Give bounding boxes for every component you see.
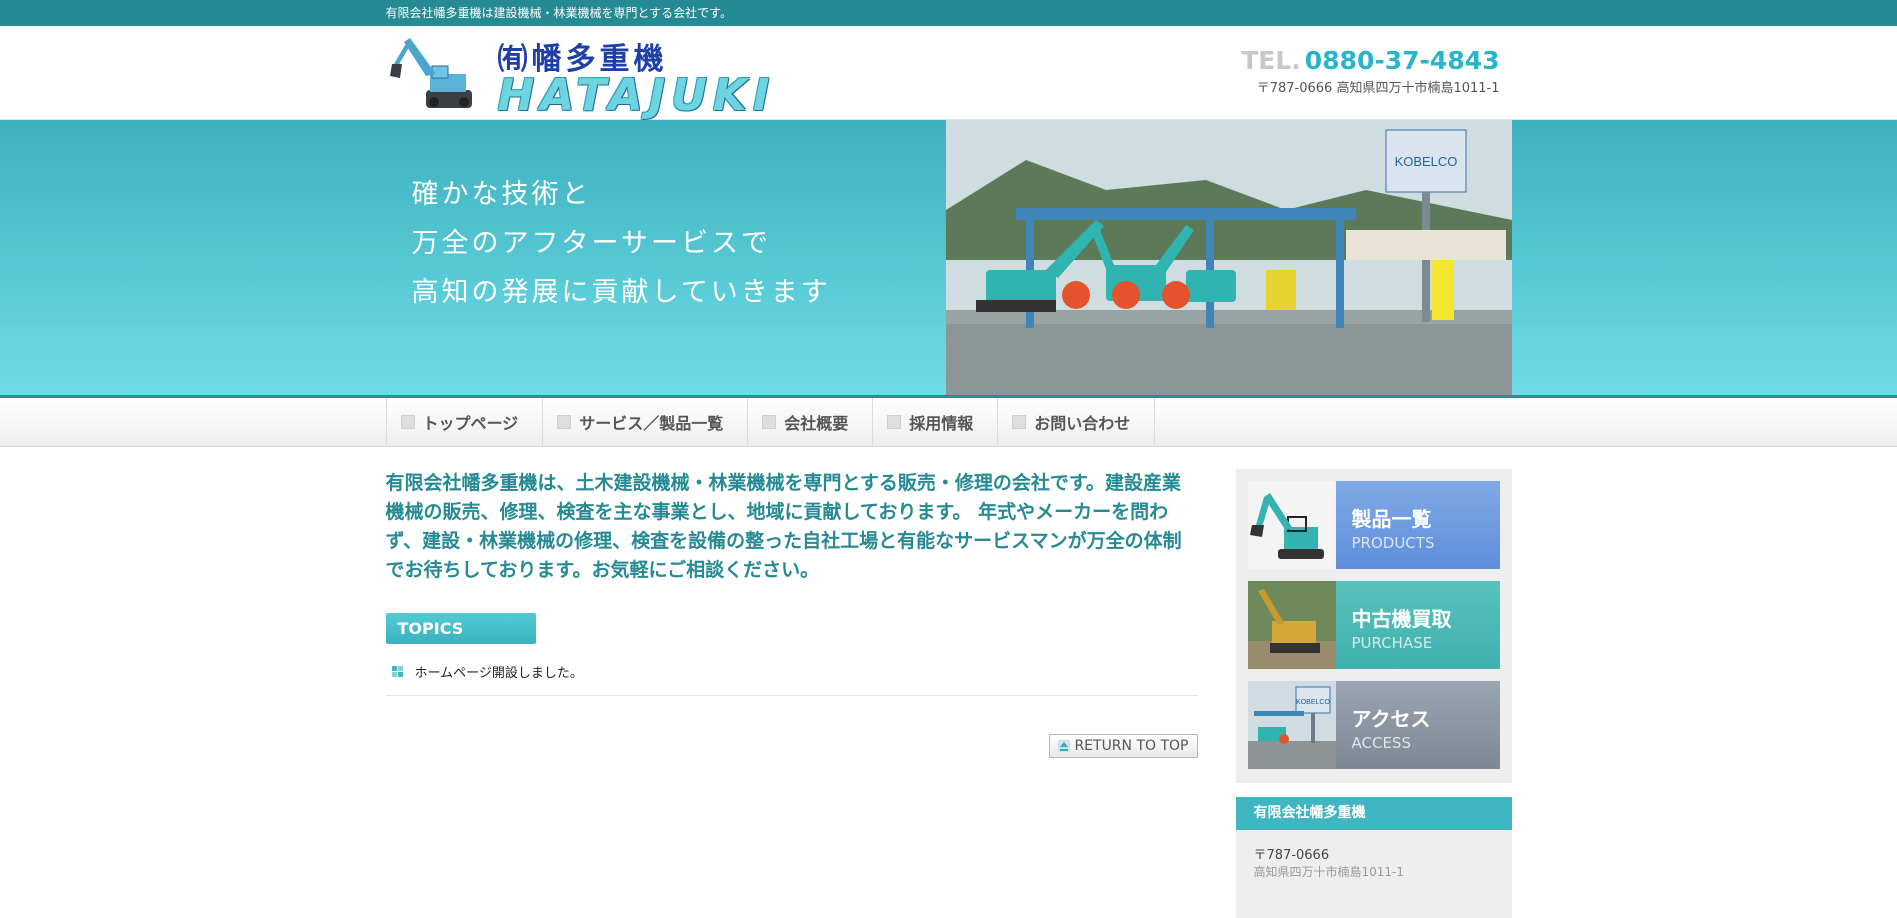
return-to-top-label: RETURN TO TOP <box>1074 738 1189 754</box>
nav-item-label: 会社概要 <box>784 414 849 433</box>
nav-item-label: 採用情報 <box>909 414 974 433</box>
products-banner-text: 製品一覧 PRODUCTS <box>1335 481 1500 569</box>
hero-tagline: 確かな技術と 万全のアフターサービスで 高知の発展に貢献していきます <box>412 170 831 317</box>
topics-heading: TOPICS <box>385 613 536 644</box>
header-address: 〒787-0666 高知県四万十市楠島1011-1 <box>1256 81 1500 96</box>
hero-line-2: 万全のアフターサービスで <box>411 228 771 259</box>
nav-bullet-icon <box>400 415 415 429</box>
main-column: 有限会社幡多重機は、土木建設機械・林業機械を専門とする販売・修理の会社です。建設… <box>385 469 1198 758</box>
kobelco-sign: KOBELCO <box>1394 154 1457 169</box>
top-bar: 有限会社幡多重機は建設機械・林業機械を専門とする会社です。 <box>0 0 1897 26</box>
excavator-logo-icon <box>389 38 472 108</box>
sidebar-banners: 製品一覧 PRODUCTS 中古機買取 PURCHASE KOBELCO アクセ… <box>1235 469 1512 783</box>
hero-banner: 確かな技術と 万全のアフターサービスで 高知の発展に貢献していきます KOBEL… <box>0 120 1897 398</box>
machinery-yard-image: KOBELCO <box>945 120 1512 395</box>
company-info-heading: 有限会社幡多重機 <box>1235 797 1512 830</box>
hero-line-3: 高知の発展に貢献していきます <box>411 277 831 308</box>
nav-item-contact[interactable]: お問い合わせ <box>997 398 1156 446</box>
sidebar: 製品一覧 PRODUCTS 中古機買取 PURCHASE KOBELCO アクセ… <box>1235 469 1512 918</box>
logo[interactable]: ㈲幡多重機 HATAJUKI <box>386 28 786 121</box>
access-banner-text: アクセス ACCESS <box>1335 681 1500 769</box>
office-yard-image: KOBELCO <box>1247 681 1336 769</box>
top-bar-text: 有限会社幡多重機は建設機械・林業機械を専門とする会社です。 <box>385 6 732 20</box>
nav-item-services[interactable]: サービス／製品一覧 <box>542 398 747 446</box>
topics-list: ホームページ開設しました。 <box>385 658 1198 696</box>
main-nav: トップページ サービス／製品一覧 会社概要 採用情報 お問い合わせ <box>0 398 1897 447</box>
products-thumb <box>1247 481 1336 569</box>
hero-line-1: 確かな技術と <box>411 179 592 210</box>
mini-excavator-image <box>1247 481 1336 569</box>
purchase-en: PURCHASE <box>1351 634 1433 652</box>
logo-english-name: HATAJUKI <box>497 70 776 121</box>
phone-number: TEL. 0880-37-4843 <box>1241 46 1499 75</box>
purchase-banner-text: 中古機買取 PURCHASE <box>1335 581 1500 669</box>
access-banner[interactable]: KOBELCO アクセス ACCESS <box>1247 681 1500 769</box>
purchase-jp: 中古機買取 <box>1351 607 1452 631</box>
grid-bullet-icon <box>391 666 403 677</box>
nav-item-top[interactable]: トップページ <box>385 398 543 446</box>
list-item: ホームページ開設しました。 <box>385 658 1198 696</box>
site-header: ㈲幡多重機 HATAJUKI TEL. 0880-37-4843 〒787-066… <box>0 26 1897 121</box>
used-machine-image <box>1247 581 1336 669</box>
company-info-body: 〒787-0666 高知県四万十市楠島1011-1 <box>1235 830 1512 918</box>
access-jp: アクセス <box>1351 707 1431 731</box>
access-sign: KOBELCO <box>1296 699 1330 706</box>
nav-item-company[interactable]: 会社概要 <box>747 398 872 446</box>
nav-bullet-icon <box>887 415 902 429</box>
arrow-up-icon <box>1058 740 1071 752</box>
company-address: 高知県四万十市楠島1011-1 <box>1253 865 1405 879</box>
company-zip: 〒787-0666 <box>1253 848 1330 863</box>
tel-number: 0880-37-4843 <box>1304 46 1500 75</box>
nav-bullet-icon <box>557 415 572 429</box>
nav-item-label: お問い合わせ <box>1034 414 1131 433</box>
purchase-banner[interactable]: 中古機買取 PURCHASE <box>1247 581 1500 669</box>
nav-item-label: サービス／製品一覧 <box>579 414 724 433</box>
nav-bullet-icon <box>762 415 777 429</box>
nav-item-label: トップページ <box>422 414 519 433</box>
purchase-thumb <box>1247 581 1336 669</box>
nav-bullet-icon <box>1012 415 1027 429</box>
topic-text[interactable]: ホームページ開設しました。 <box>415 662 583 681</box>
nav-item-recruit[interactable]: 採用情報 <box>872 398 997 446</box>
hero-photo: KOBELCO <box>945 120 1512 395</box>
products-banner[interactable]: 製品一覧 PRODUCTS <box>1247 481 1500 569</box>
access-thumb: KOBELCO <box>1247 681 1336 769</box>
return-wrap: RETURN TO TOP <box>386 734 1198 758</box>
access-en: ACCESS <box>1351 734 1411 752</box>
tel-prefix: TEL. <box>1241 46 1301 75</box>
return-to-top-button[interactable]: RETURN TO TOP <box>1049 734 1198 758</box>
intro-text: 有限会社幡多重機は、土木建設機械・林業機械を専門とする販売・修理の会社です。建設… <box>385 472 1182 581</box>
products-en: PRODUCTS <box>1351 534 1435 552</box>
contact-info: TEL. 0880-37-4843 〒787-0666 高知県四万十市楠島1011… <box>1241 46 1499 96</box>
products-jp: 製品一覧 <box>1351 507 1432 531</box>
